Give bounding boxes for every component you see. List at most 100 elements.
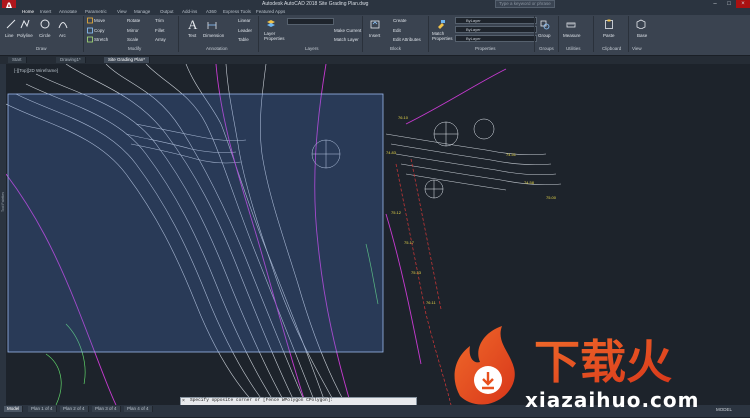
layout-tab-plan1[interactable]: Plan 1 of 4 bbox=[28, 406, 57, 412]
layer-properties-icon[interactable] bbox=[266, 19, 276, 29]
group-view-title: View bbox=[632, 46, 642, 51]
viewport-controls[interactable]: [-][Top][2D Wireframe] bbox=[14, 68, 58, 73]
match-properties-icon[interactable] bbox=[436, 19, 446, 29]
rotate-button[interactable]: Rotate bbox=[127, 18, 140, 23]
group-clipboard-title: Clipboard bbox=[602, 46, 622, 51]
text-icon[interactable]: A bbox=[188, 17, 197, 33]
arc-icon[interactable] bbox=[58, 19, 68, 29]
svg-text:75.33: 75.33 bbox=[411, 270, 422, 275]
tab-parametric[interactable]: Parametric bbox=[85, 9, 107, 14]
fillet-button[interactable]: Fillet bbox=[155, 28, 165, 33]
layer-dropdown[interactable] bbox=[287, 18, 334, 25]
group-layers-title: Layers bbox=[305, 46, 319, 51]
circle-icon[interactable] bbox=[40, 19, 50, 29]
divider bbox=[428, 16, 429, 52]
move-button[interactable]: Move bbox=[94, 18, 105, 23]
edit-attributes-button[interactable]: Edit Attributes bbox=[393, 37, 421, 42]
file-tab-drawing1[interactable]: Drawing1* bbox=[56, 57, 86, 63]
file-tab-start[interactable]: Start bbox=[8, 57, 27, 63]
tool-palette-label: Tool Palettes bbox=[1, 191, 5, 212]
trim-button[interactable]: Trim bbox=[155, 18, 164, 23]
tab-add-ins[interactable]: Add-ins bbox=[182, 9, 197, 14]
leader-button[interactable]: Leader bbox=[238, 28, 252, 33]
layout-tab-plan3[interactable]: Plan 3 of 4 bbox=[92, 406, 121, 412]
tab-output[interactable]: Output bbox=[160, 9, 174, 14]
insert-button[interactable]: Insert bbox=[369, 33, 380, 38]
measure-button[interactable]: Measure bbox=[563, 33, 581, 38]
tab-annotate[interactable]: Annotate bbox=[59, 9, 77, 14]
tab-home[interactable]: Home bbox=[22, 9, 34, 14]
arc-button[interactable]: Arc bbox=[59, 33, 66, 38]
create-block-button[interactable]: Create bbox=[393, 18, 407, 23]
command-close-icon[interactable]: × bbox=[182, 398, 185, 404]
divider bbox=[83, 16, 84, 52]
group-block-title: Block bbox=[390, 46, 402, 51]
group-utilities-title: Utilities bbox=[566, 46, 581, 51]
table-button[interactable]: Table bbox=[238, 37, 249, 42]
svg-text:74.83: 74.83 bbox=[386, 150, 397, 155]
text-button[interactable]: Text bbox=[188, 33, 196, 38]
watermark-brand: 下载火 bbox=[534, 335, 672, 389]
tab-featured-apps[interactable]: Featured Apps bbox=[256, 9, 285, 14]
group-properties-title: Properties bbox=[475, 46, 496, 51]
window-title: Autodesk AutoCAD 2018 Site Grading Plan.… bbox=[262, 1, 369, 7]
search-input[interactable]: Type a keyword or phrase bbox=[495, 0, 555, 8]
color-dropdown[interactable]: ByLayer bbox=[455, 17, 537, 24]
svg-text:74.51: 74.51 bbox=[506, 152, 517, 157]
line-button[interactable]: Line bbox=[5, 33, 14, 38]
lineweight-dropdown[interactable]: ByLayer bbox=[455, 35, 537, 42]
tab-view[interactable]: View bbox=[117, 9, 127, 14]
maximize-icon[interactable]: □ bbox=[722, 0, 736, 8]
modify-icons bbox=[87, 17, 93, 43]
layout-tab-plan2[interactable]: Plan 2 of 4 bbox=[60, 406, 89, 412]
file-tab-site-grading-plan[interactable]: Site Grading Plan* bbox=[104, 57, 151, 63]
group-annotation-title: Annotation bbox=[206, 46, 228, 51]
match-properties-button[interactable]: Match Properties bbox=[432, 31, 453, 41]
dimension-button[interactable]: Dimension bbox=[203, 33, 224, 38]
divider bbox=[628, 16, 629, 52]
paste-button[interactable]: Paste bbox=[603, 33, 615, 38]
match-layer-button[interactable]: Match Layer bbox=[334, 37, 359, 42]
svg-text:74.58: 74.58 bbox=[524, 180, 535, 185]
group-icon[interactable] bbox=[540, 20, 550, 30]
svg-text:75.12: 75.12 bbox=[391, 210, 402, 215]
polyline-button[interactable]: Polyline bbox=[17, 33, 33, 38]
group-button[interactable]: Group bbox=[538, 33, 551, 38]
tab-express-tools[interactable]: Express Tools bbox=[223, 9, 251, 14]
linetype-dropdown[interactable]: ByLayer bbox=[455, 26, 537, 33]
svg-text:76.11: 76.11 bbox=[426, 300, 436, 305]
tab-manage[interactable]: Manage bbox=[134, 9, 150, 14]
layout-tab-model[interactable]: Model bbox=[4, 406, 24, 412]
stretch-button[interactable]: Stretch bbox=[94, 37, 108, 42]
line-icon[interactable] bbox=[6, 19, 16, 29]
mirror-button[interactable]: Mirror bbox=[127, 28, 139, 33]
copy-button[interactable]: Copy bbox=[94, 28, 105, 33]
circle-button[interactable]: Circle bbox=[39, 33, 51, 38]
polyline-icon[interactable] bbox=[20, 19, 30, 29]
svg-text:75.00: 75.00 bbox=[546, 195, 557, 200]
tab-a360[interactable]: A360 bbox=[206, 9, 217, 14]
dimension-icon[interactable] bbox=[207, 20, 217, 30]
divider bbox=[558, 16, 559, 52]
linear-button[interactable]: Linear bbox=[238, 18, 251, 23]
base-button[interactable]: Base bbox=[637, 33, 647, 38]
scale-button[interactable]: Scale bbox=[127, 37, 138, 42]
layer-properties-button[interactable]: Layer Properties bbox=[264, 31, 285, 41]
make-current-button[interactable]: Make Current bbox=[334, 28, 361, 33]
elevation-labels: 76.10 74.83 75.12 75.17 75.33 76.11 74.51 74.… bbox=[386, 115, 557, 305]
base-view-icon[interactable] bbox=[636, 19, 646, 29]
tab-insert[interactable]: Insert bbox=[40, 9, 51, 14]
edit-block-button[interactable]: Edit bbox=[393, 28, 401, 33]
layout-tab-plan4[interactable]: Plan 4 of 4 bbox=[124, 406, 153, 412]
divider bbox=[534, 16, 535, 52]
paste-icon[interactable] bbox=[604, 19, 614, 29]
svg-text:75.17: 75.17 bbox=[404, 240, 415, 245]
measure-icon[interactable] bbox=[566, 20, 576, 30]
divider bbox=[178, 16, 179, 52]
close-icon[interactable]: × bbox=[736, 0, 750, 8]
minimize-icon[interactable]: – bbox=[708, 0, 722, 8]
insert-block-icon[interactable] bbox=[370, 19, 380, 29]
svg-text:76.10: 76.10 bbox=[398, 115, 409, 120]
divider bbox=[258, 16, 259, 52]
array-button[interactable]: Array bbox=[155, 37, 166, 42]
